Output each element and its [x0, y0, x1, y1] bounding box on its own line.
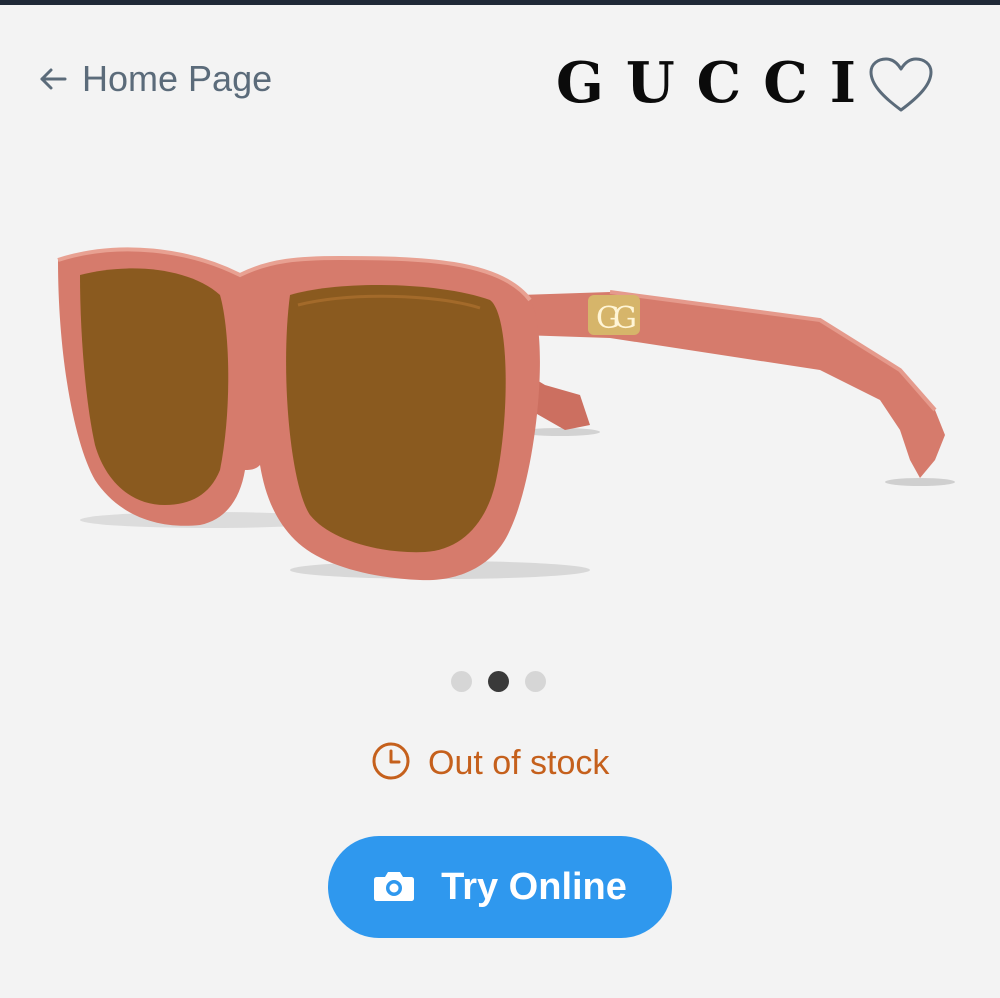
- back-link[interactable]: Home Page: [38, 58, 272, 100]
- carousel-dot-1[interactable]: [451, 671, 472, 692]
- clock-icon: [370, 740, 412, 787]
- top-border: [0, 0, 1000, 5]
- back-link-label: Home Page: [82, 58, 273, 99]
- try-online-label: Try Online: [441, 865, 627, 908]
- try-online-button[interactable]: Try Online: [328, 836, 672, 938]
- stock-status: Out of stock: [370, 740, 609, 787]
- stock-status-label: Out of stock: [428, 744, 610, 782]
- carousel-dots: [451, 671, 546, 692]
- heart-icon[interactable]: [868, 56, 934, 114]
- arrow-left-icon: [38, 64, 68, 94]
- camera-icon: [373, 867, 415, 908]
- carousel-dot-3[interactable]: [525, 671, 546, 692]
- svg-text:G: G: [613, 301, 637, 336]
- carousel-dot-2[interactable]: [488, 671, 509, 692]
- product-image: G G: [40, 220, 970, 610]
- brand-logo: GUCCI: [556, 50, 878, 116]
